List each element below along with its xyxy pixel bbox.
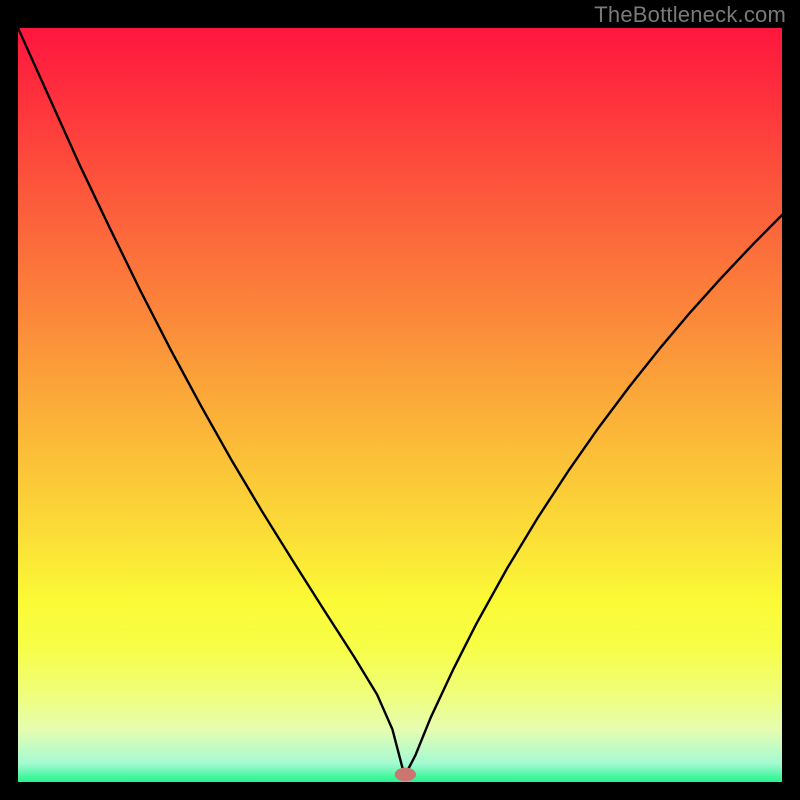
chart-svg [18,28,782,782]
optimum-marker [395,768,416,782]
gradient-background [18,28,782,782]
chart-frame: TheBottleneck.com [0,0,800,800]
watermark-label: TheBottleneck.com [594,2,786,28]
plot-area [18,28,782,782]
